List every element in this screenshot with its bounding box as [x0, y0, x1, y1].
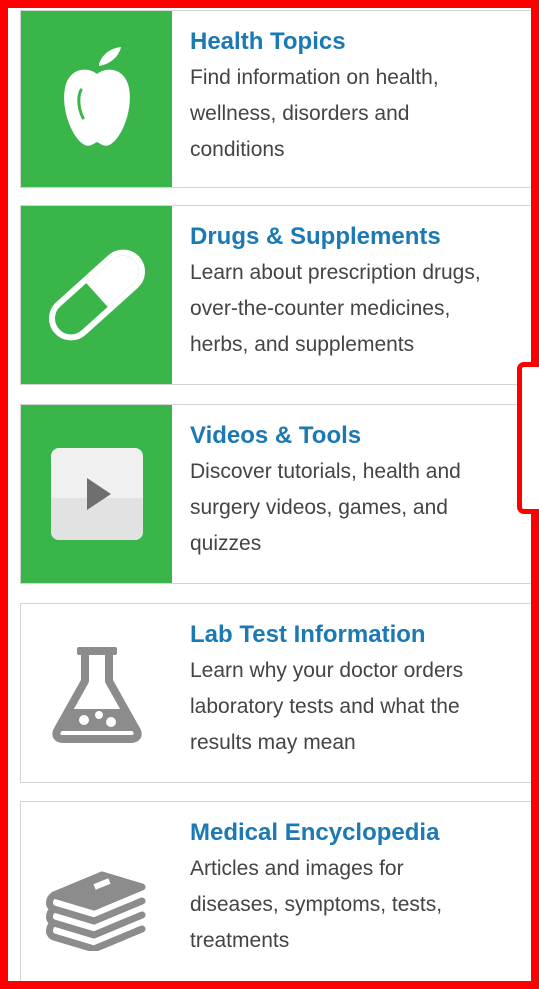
side-tab-marker [517, 362, 539, 514]
card-icon-box [21, 802, 172, 981]
card-text: Drugs & Supplements Learn about prescrip… [172, 206, 531, 384]
card-description: Learn about prescription drugs, over-the… [190, 255, 531, 363]
card-description: Discover tutorials, health and surgery v… [190, 454, 531, 562]
card-text: Lab Test Information Learn why your doct… [172, 604, 531, 782]
lab-flask-icon [51, 647, 142, 743]
description-line: wellness, disorders and [190, 102, 410, 125]
card-text: Videos & Tools Discover tutorials, healt… [172, 405, 531, 583]
card-icon-box [21, 604, 172, 782]
card-icon-box [21, 11, 172, 187]
card-text: Health Topics Find information on health… [172, 11, 531, 187]
card-lab-test-information[interactable]: Lab Test Information Learn why your doct… [20, 603, 531, 783]
description-line: over-the-counter medicines, [190, 297, 451, 320]
card-title[interactable]: Lab Test Information [190, 620, 531, 650]
card-description: Articles and images for diseases, sympto… [190, 851, 531, 959]
description-line: diseases, symptoms, tests, [190, 893, 443, 916]
description-line: treatments [190, 929, 290, 952]
highlight-frame: Health Topics Find information on health… [0, 0, 539, 989]
description-line: results may mean [190, 731, 356, 754]
books-stack-icon [45, 871, 145, 951]
description-line: Find information on health, [190, 66, 439, 89]
card-title[interactable]: Videos & Tools [190, 421, 531, 451]
description-line: quizzes [190, 532, 262, 555]
card-icon-box [21, 405, 172, 583]
description-line: Discover tutorials, health and [190, 460, 461, 483]
card-title[interactable]: Health Topics [190, 27, 531, 57]
card-title[interactable]: Drugs & Supplements [190, 222, 531, 252]
card-icon-box [21, 206, 172, 384]
description-line: herbs, and supplements [190, 333, 415, 356]
card-medical-encyclopedia[interactable]: Medical Encyclopedia Articles and images… [20, 801, 531, 981]
card-health-topics[interactable]: Health Topics Find information on health… [20, 10, 531, 188]
card-description: Learn why your doctor orders laboratory … [190, 653, 531, 761]
card-videos-tools[interactable]: Videos & Tools Discover tutorials, healt… [20, 404, 531, 584]
description-line: Learn why your doctor orders [190, 659, 464, 682]
video-play-icon [50, 448, 143, 540]
description-line: surgery videos, games, and [190, 496, 448, 519]
description-line: laboratory tests and what the [190, 695, 460, 718]
description-line: Learn about prescription drugs, [190, 261, 481, 284]
card-drugs-supplements[interactable]: Drugs & Supplements Learn about prescrip… [20, 205, 531, 385]
card-title[interactable]: Medical Encyclopedia [190, 818, 531, 848]
description-line: conditions [190, 138, 285, 161]
description-line: Articles and images for [190, 857, 404, 880]
card-description: Find information on health, wellness, di… [190, 60, 531, 168]
card-text: Medical Encyclopedia Articles and images… [172, 802, 531, 981]
apple-icon [63, 47, 130, 146]
pill-capsule-icon [48, 249, 145, 341]
